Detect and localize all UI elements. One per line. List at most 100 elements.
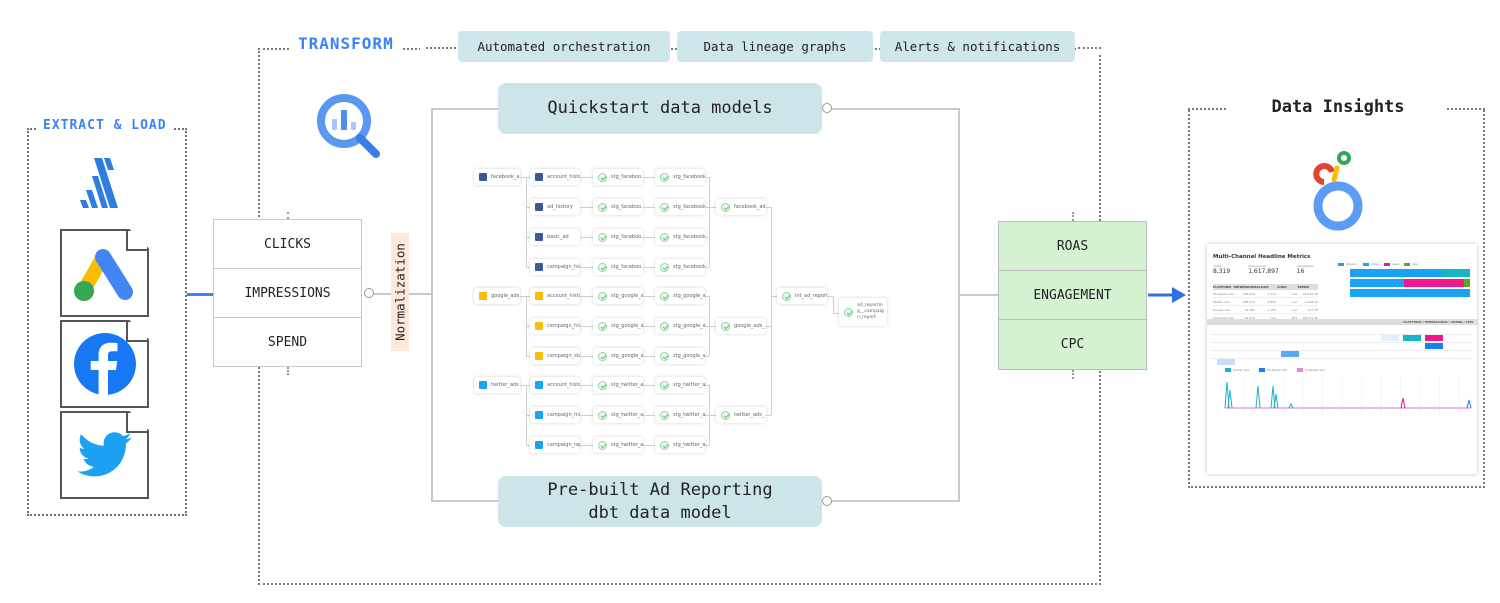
feature-pill-alerts[interactable]: Alerts & notifications [880, 31, 1075, 62]
lineage-node[interactable]: stg_facebook... [655, 259, 705, 275]
lineage-node[interactable]: campaign_sta... [530, 348, 580, 364]
table-cell: null [1291, 307, 1297, 312]
lineage-node[interactable]: stg_facebook... [655, 169, 705, 185]
dashboard-preview[interactable]: Multi-Channel Headline Metrics Clicks 8,3… [1207, 244, 1477, 474]
lineage-node[interactable]: int_ad_reporti... [777, 288, 827, 304]
lineage-node[interactable]: stg_facebook... [655, 199, 705, 215]
lineage-node[interactable]: stg_faceboo... [593, 229, 643, 245]
bar-segment[interactable] [1464, 279, 1470, 287]
kpi: Impressions 1,617,897 [1248, 264, 1279, 275]
lineage-node[interactable]: stg_faceboo... [593, 259, 643, 275]
metric-spend: SPEND [267, 335, 308, 350]
lineage-node[interactable]: stg_google_a... [655, 288, 705, 304]
insights-title: Data Insights [1271, 97, 1405, 117]
check-icon [598, 410, 607, 420]
check-icon [660, 202, 669, 212]
stacked-bar-chart: Organic Video Lead App [1324, 258, 1472, 308]
bar-segment[interactable] [1350, 269, 1443, 277]
lineage-edge [705, 445, 709, 446]
lineage-node[interactable]: account_histo... [530, 377, 580, 393]
lineage-node[interactable]: stg_google_a... [655, 348, 705, 364]
column-header[interactable]: PLATFORM [1213, 285, 1233, 289]
bar-row [1350, 269, 1470, 277]
bar-segment[interactable] [1442, 269, 1470, 277]
check-icon [598, 202, 607, 212]
lineage-node[interactable]: twitter_ads_... [716, 407, 766, 423]
node-label: stg_google_a... [673, 353, 705, 359]
check-icon [782, 291, 791, 301]
lineage-node[interactable]: google_ads [474, 288, 520, 304]
column-header[interactable]: SPEND [1298, 285, 1318, 289]
table-cell: 10,482 [1244, 307, 1256, 312]
lineage-edge [580, 445, 593, 446]
check-icon [598, 232, 607, 242]
lineage-edge [580, 415, 593, 416]
source-card-facebook[interactable] [60, 320, 149, 408]
node-label: twitter_ads [491, 382, 519, 388]
lineage-node[interactable]: ad_reportin g__campaig n_report [839, 298, 887, 326]
bar-segment[interactable] [1350, 289, 1470, 297]
table-cell: null [1291, 291, 1297, 296]
lineage-node[interactable]: campaign_his... [530, 318, 580, 334]
lineage-node[interactable]: stg_twitter_a... [593, 437, 643, 453]
check-icon [660, 351, 669, 361]
table-row: Twitter Ads 436,013 1,893 null 2,108.40 [1213, 298, 1318, 306]
lineage-node[interactable]: stg_google_a... [655, 318, 705, 334]
lineage-node[interactable]: basic_ad [530, 229, 580, 245]
series-spike [1288, 402, 1294, 409]
feature-pill-orchestration[interactable]: Automated orchestration [458, 31, 670, 62]
lineage-node[interactable]: stg_google_a... [593, 348, 643, 364]
lineage-node[interactable]: campaign_his... [530, 407, 580, 423]
table-cell: 1,165 [1267, 307, 1276, 312]
lineage-node[interactable]: stg_faceboo... [593, 199, 643, 215]
column-header[interactable]: IMPRESSIONS [1233, 285, 1256, 289]
arrow-right-icon [1148, 286, 1188, 304]
lineage-node[interactable]: campaign_his... [530, 259, 580, 275]
quickstart-models-box[interactable]: Quickstart data models [498, 83, 822, 134]
lineage-edge [766, 415, 771, 416]
node-label: stg_google_a... [673, 323, 705, 329]
lineage-node[interactable]: stg_google_a... [593, 288, 643, 304]
lineage-node[interactable]: account_histo... [530, 169, 580, 185]
check-icon [721, 202, 730, 212]
column-header[interactable]: CLICKS [1257, 285, 1277, 289]
lineage-node[interactable]: stg_twitter_a... [593, 407, 643, 423]
node-label: account_histo... [547, 382, 580, 388]
facebook-icon [535, 233, 543, 241]
lineage-node[interactable]: stg_twitter_a... [655, 377, 705, 393]
lineage-node[interactable]: stg_faceboo... [593, 169, 643, 185]
node-label: facebook_ads... [734, 204, 766, 210]
lineage-node[interactable]: facebook_a... [474, 169, 520, 185]
lineage-node[interactable]: stg_facebook... [655, 229, 705, 245]
prebuilt-model-box[interactable]: Pre-built Ad Reporting dbt data model [498, 476, 822, 527]
feature-pill-lineage[interactable]: Data lineage graphs [677, 31, 873, 62]
twitter-icon [76, 432, 132, 477]
legend-item: App [1404, 262, 1418, 266]
check-icon [598, 262, 607, 272]
lineage-node[interactable]: campaign_rep... [530, 437, 580, 453]
metric-cpc: CPC [1060, 337, 1085, 352]
column-header[interactable]: CONV [1277, 285, 1297, 289]
lineage-node[interactable]: stg_twitter_a... [655, 407, 705, 423]
series-spike [1273, 393, 1279, 409]
metric-impressions: IMPRESSIONS [214, 269, 361, 318]
bar-segment[interactable] [1404, 279, 1464, 287]
lineage-node[interactable]: stg_twitter_a... [593, 377, 643, 393]
source-card-twitter[interactable] [60, 411, 149, 499]
lineage-node[interactable]: twitter_ads [474, 377, 520, 393]
series-spike [1466, 399, 1472, 409]
bar-segment[interactable] [1350, 279, 1404, 287]
extract-load-title: EXTRACT & LOAD [37, 118, 173, 133]
check-icon [721, 410, 730, 420]
source-card-google-ads[interactable] [60, 229, 149, 317]
legend-item: facebook ads [1259, 368, 1287, 372]
lineage-node[interactable]: stg_twitter_a... [655, 437, 705, 453]
lineage-node[interactable]: ad_history [530, 199, 580, 215]
legend-label: Organic [1346, 262, 1358, 266]
lineage-node[interactable]: google_ads_... [716, 318, 766, 334]
port-circle [822, 496, 832, 506]
node-label: stg_twitter_a... [673, 442, 705, 448]
lineage-node[interactable]: stg_google_a... [593, 318, 643, 334]
lineage-node[interactable]: facebook_ads... [716, 199, 766, 215]
lineage-node[interactable]: account_histo... [530, 288, 580, 304]
